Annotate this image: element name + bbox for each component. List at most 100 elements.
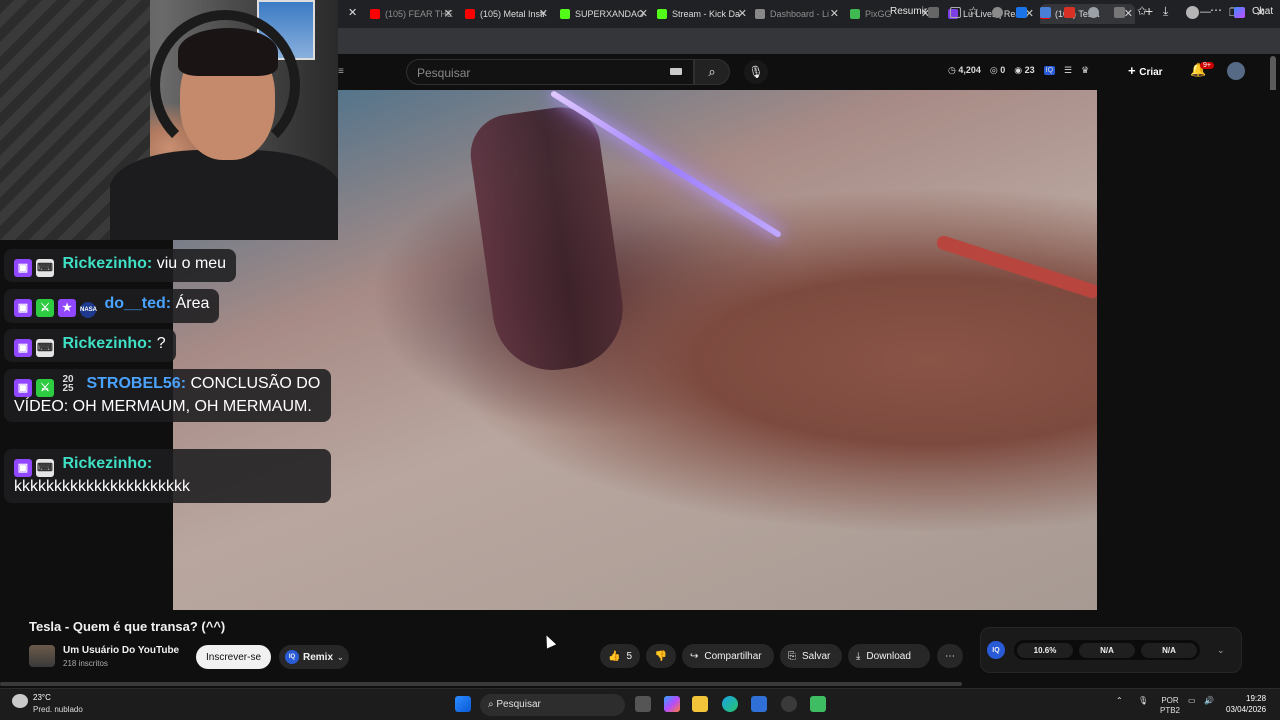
share-icon: ↪: [690, 650, 699, 662]
iq-metrics: 10.6% N/A N/A: [1014, 640, 1200, 660]
settings-icon[interactable]: [1114, 7, 1125, 18]
tab-label: (105) FEAR THE: [385, 9, 453, 19]
browser-tab[interactable]: (105) Metal Instr ✕: [465, 4, 550, 24]
create-button[interactable]: + Criar: [1128, 63, 1163, 78]
tab-close-icon[interactable]: ✕: [1124, 7, 1133, 20]
volume-icon[interactable]: 🔊: [1204, 696, 1214, 705]
tab-close-icon[interactable]: ✕: [539, 7, 548, 20]
favorites-icon[interactable]: ✩: [1137, 4, 1147, 18]
tab-close-icon[interactable]: ✕: [738, 7, 747, 20]
tab-label: PixGG: [865, 9, 892, 19]
tab-label: (105) Metal Instr: [480, 9, 546, 19]
extension-icon[interactable]: [1016, 7, 1027, 18]
keyboard-icon[interactable]: [670, 68, 682, 75]
chat-message: ▣ ⚔20 25 STROBEL56: CONCLUSÃO DO VÍDEO: O…: [4, 369, 331, 422]
chat-button[interactable]: Chat: [1252, 6, 1273, 17]
tab-close-icon[interactable]: ✕: [639, 7, 648, 20]
weather-icon[interactable]: [12, 694, 28, 708]
share-button[interactable]: ↪ Compartilhar: [682, 644, 774, 668]
resume-button[interactable]: Resumir: [890, 6, 927, 17]
remix-button[interactable]: IQ Remix ⌄: [279, 645, 349, 669]
dislike-button[interactable]: 👎: [646, 644, 676, 668]
extension-icon[interactable]: [1064, 7, 1075, 18]
favorite-star-icon[interactable]: ☆: [968, 4, 979, 18]
file-explorer-icon[interactable]: [692, 696, 708, 712]
tab-close-icon[interactable]: ✕: [444, 7, 453, 20]
copilot-icon[interactable]: [1234, 7, 1245, 18]
menu-icon[interactable]: ≡: [338, 66, 344, 77]
list-icon[interactable]: ☰: [1064, 65, 1072, 76]
trophy-icon[interactable]: ♛: [1081, 65, 1089, 76]
like-count: 5: [626, 650, 633, 662]
chat-message: ▣ ⌨ Rickezinho: ?: [4, 329, 176, 362]
like-button[interactable]: 👍 5: [600, 644, 640, 668]
browser-tab[interactable]: SUPERXANDAO ✕: [560, 4, 650, 24]
copilot-icon[interactable]: [664, 696, 680, 712]
save-button[interactable]: ⎘ Salvar: [780, 644, 842, 668]
extension-icon[interactable]: [1040, 7, 1051, 18]
search-input[interactable]: Pesquisar: [406, 59, 694, 85]
mouse-cursor: [541, 633, 557, 649]
horizontal-scrollbar[interactable]: [0, 682, 962, 686]
chat-text: viu o meu: [156, 255, 227, 272]
browser-tab[interactable]: Stream - Kick Da ✕: [657, 4, 749, 24]
windows-start-icon[interactable]: [455, 696, 471, 712]
more-actions-button[interactable]: ⋯: [937, 644, 963, 668]
chat-nick: Rickezinho:: [62, 255, 153, 272]
twitch-icon: ▣: [14, 259, 32, 277]
subscribe-button[interactable]: Inscrever-se: [196, 645, 271, 669]
streamer-shirt: [110, 150, 338, 240]
chat-text: kkkkkkkkkkkkkkkkkkkkkk: [14, 478, 190, 495]
tab-favicon-icon: [850, 9, 860, 19]
more-icon[interactable]: ⋯: [1210, 3, 1222, 17]
taskbar-clock[interactable]: 19:28 03/04/2026: [1226, 693, 1266, 715]
tab-favicon-icon: [465, 9, 475, 19]
tab-close-icon[interactable]: ✕: [830, 7, 839, 20]
resume-icon[interactable]: [928, 7, 939, 18]
extension-icon[interactable]: [992, 7, 1003, 18]
task-view-icon[interactable]: [635, 696, 651, 712]
chat-message: ▣ ⌨ Rickezinho: kkkkkkkkkkkkkkkkkkkkkk: [4, 449, 331, 503]
obs-icon[interactable]: [781, 696, 797, 712]
profile-avatar[interactable]: [1186, 6, 1199, 19]
app-icon[interactable]: [810, 696, 826, 712]
chat-nick: do__ted:: [104, 295, 172, 312]
save-label: Salvar: [802, 650, 831, 662]
channel-avatar[interactable]: [29, 645, 55, 667]
star-badge-icon: ★: [58, 299, 76, 317]
weather-desc[interactable]: Pred. nublado: [33, 705, 83, 714]
app-icon[interactable]: [751, 696, 767, 712]
notification-badge: 9+: [1200, 62, 1214, 69]
tab-label: Stream - Kick Da: [672, 9, 741, 19]
browser-tab[interactable]: Dashboard - Li ✕: [755, 4, 841, 24]
extensions-puzzle-icon[interactable]: [1088, 7, 1099, 18]
chat-nick: Rickezinho:: [62, 335, 153, 352]
chevron-up-icon[interactable]: ⌃: [1116, 696, 1123, 705]
mic-icon[interactable]: 🎙: [1138, 696, 1148, 705]
browser-tab[interactable]: (105) FEAR THE ✕: [370, 4, 455, 24]
views-count: ◷ 4,204: [948, 65, 981, 75]
channel-name[interactable]: Um Usuário Do YouTube: [63, 645, 179, 656]
download-button[interactable]: ⤓ Download: [848, 644, 930, 668]
iq-icon[interactable]: IQ: [1043, 66, 1056, 75]
chevron-down-icon: ⌄: [337, 652, 344, 662]
language-indicator[interactable]: POR PTB2: [1160, 696, 1180, 716]
iq-logo-icon[interactable]: IQ: [987, 641, 1005, 659]
split-view-icon[interactable]: [950, 7, 961, 18]
display-icon[interactable]: ▭: [1188, 696, 1196, 705]
search-button[interactable]: ⌕: [694, 59, 730, 85]
voice-search-button[interactable]: 🎙: [744, 60, 768, 84]
download-icon[interactable]: ⤓: [1163, 4, 1168, 19]
edge-icon[interactable]: [722, 696, 738, 712]
keyboard-badge-icon: ⌨: [36, 259, 54, 277]
chevron-down-icon[interactable]: ⌄: [1217, 645, 1225, 656]
tab-close-icon[interactable]: ✕: [348, 6, 357, 19]
tab-label: Dashboard - Li: [770, 9, 830, 19]
twitch-icon: ▣: [14, 379, 32, 397]
taskbar-search[interactable]: ⌕ Pesquisar: [480, 694, 625, 716]
chat-message: ▣ ⚔ ★ NASA do__ted: Área: [4, 289, 220, 323]
watchers-count: ◉ 23: [1014, 65, 1035, 75]
temperature[interactable]: 23°C: [33, 693, 51, 702]
account-avatar[interactable]: [1227, 62, 1245, 80]
remix-label: Remix: [303, 651, 334, 663]
